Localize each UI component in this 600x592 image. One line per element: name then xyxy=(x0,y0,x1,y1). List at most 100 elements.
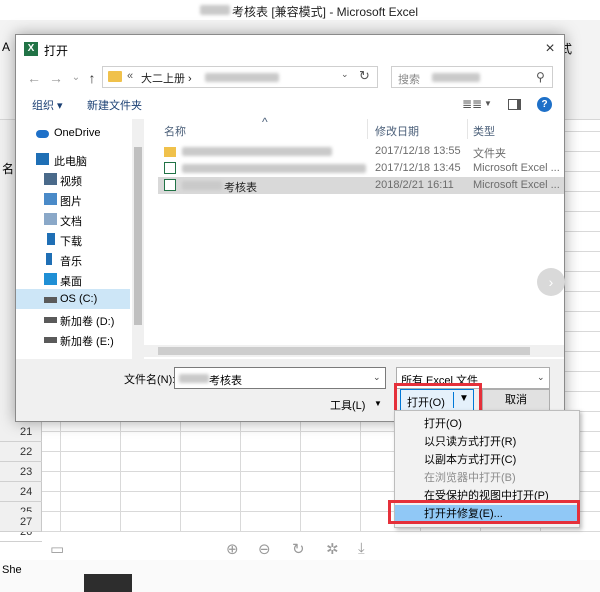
horizontal-scrollbar[interactable] xyxy=(144,345,564,357)
column-divider[interactable] xyxy=(367,119,368,139)
close-button[interactable]: × xyxy=(540,39,560,59)
nav-pane-scrollbar[interactable] xyxy=(132,119,144,359)
forward-arrow-icon[interactable]: → xyxy=(48,69,64,87)
magic-wand-icon[interactable]: ✲ xyxy=(326,540,339,558)
chevron-down-icon[interactable]: ▼ xyxy=(484,99,492,108)
tools-button[interactable]: 工具(L) xyxy=(330,397,365,413)
file-row[interactable]: 2017/12/18 13:55 文件夹 xyxy=(158,143,564,160)
column-header-type[interactable]: 类型 xyxy=(473,123,495,139)
row-number[interactable]: 22 xyxy=(0,442,42,462)
nav-item-videos[interactable]: 视频 xyxy=(16,169,130,189)
excel-window-title: 考核表 [兼容模式] - Microsoft Excel xyxy=(232,5,419,19)
sort-ascending-icon: ^ xyxy=(262,115,268,129)
column-divider[interactable] xyxy=(467,119,468,139)
filename-redaction xyxy=(182,164,366,173)
refresh-icon[interactable]: ↻ xyxy=(359,68,370,84)
nav-item-label: 新加卷 (E:) xyxy=(60,336,114,348)
nav-item-this-pc[interactable]: 此电脑 xyxy=(16,149,130,169)
drive-icon xyxy=(44,297,57,303)
nav-item-label: OneDrive xyxy=(54,127,101,139)
filename-redaction xyxy=(182,181,222,190)
scrollbar-thumb[interactable] xyxy=(158,347,530,355)
dialog-title: 打开 xyxy=(44,44,69,58)
preview-pane-icon[interactable] xyxy=(508,99,521,110)
view-options-icon[interactable]: ≣≣ xyxy=(462,97,482,111)
row-number[interactable]: 21 xyxy=(0,422,42,442)
nav-item-drive-c[interactable]: OS (C:) xyxy=(16,289,130,309)
address-path[interactable]: 大二上册 › xyxy=(141,70,192,86)
nav-item-desktop[interactable]: 桌面 xyxy=(16,269,130,289)
up-arrow-icon[interactable]: ↑ xyxy=(84,69,100,87)
search-icon[interactable]: ⚲ xyxy=(536,70,545,84)
file-date: 2017/12/18 13:55 xyxy=(375,145,461,157)
file-list: 名称 ^ 修改日期 类型 2017/12/18 13:55 文件夹 2017/1… xyxy=(158,115,564,359)
nav-item-music[interactable]: 音乐 xyxy=(16,249,130,269)
nav-item-onedrive[interactable]: OneDrive xyxy=(16,123,130,143)
file-row-selected[interactable]: 考核表 2018/2/21 16:11 Microsoft Excel ... xyxy=(158,177,564,194)
open-file-dialog: X 打开 × ← → ⌄ ↑ « 大二上册 › ⌄ ↻ 搜索 ⚲ 组织 ▾ 新建… xyxy=(15,34,565,422)
nav-item-documents[interactable]: 文档 xyxy=(16,209,130,229)
chevron-down-icon[interactable]: ⌄ xyxy=(373,372,381,383)
music-icon xyxy=(46,253,52,265)
address-redaction xyxy=(205,73,279,82)
excel-app-icon: X xyxy=(24,42,38,56)
file-date: 2018/2/21 16:11 xyxy=(375,179,454,191)
download-icon[interactable]: ⤓ xyxy=(358,540,365,557)
file-row[interactable]: 2017/12/18 13:45 Microsoft Excel ... xyxy=(158,160,564,177)
nav-item-drive-e[interactable]: 新加卷 (E:) xyxy=(16,329,130,349)
chevron-down-icon[interactable]: ⌄ xyxy=(537,372,545,383)
scrollbar-thumb[interactable] xyxy=(134,147,142,325)
row-number[interactable]: 27 xyxy=(0,512,42,532)
new-folder-button[interactable]: 新建文件夹 xyxy=(87,97,142,113)
nav-item-label: 新加卷 (D:) xyxy=(60,316,115,328)
file-type: Microsoft Excel ... xyxy=(473,162,560,174)
excel-file-icon xyxy=(164,179,176,191)
row-number[interactable]: 23 xyxy=(0,462,42,482)
video-icon xyxy=(44,173,57,185)
column-header-name[interactable]: 名称 xyxy=(164,123,186,139)
recent-locations-dropdown-icon[interactable]: ⌄ xyxy=(68,69,84,87)
menu-item-open-read-only[interactable]: 以只读方式打开(R) xyxy=(395,433,579,451)
search-input[interactable]: 搜索 ⚲ xyxy=(391,66,553,88)
nav-item-pictures[interactable]: 图片 xyxy=(16,189,130,209)
chevron-down-icon[interactable]: ⌄ xyxy=(341,69,349,80)
menu-item-open[interactable]: 打开(O) xyxy=(395,415,579,433)
zoom-out-icon[interactable]: ⊖ xyxy=(258,540,271,558)
save-icon[interactable]: ▭ xyxy=(50,540,64,558)
ribbon-font-label: A xyxy=(2,40,11,54)
drive-icon xyxy=(44,317,57,323)
download-icon xyxy=(47,233,55,245)
nav-item-downloads[interactable]: 下载 xyxy=(16,229,130,249)
navigation-pane: OneDrive 此电脑 视频 图片 文档 下载 音乐 桌面 OS (C:) 新… xyxy=(16,119,144,359)
menu-item-open-as-copy[interactable]: 以副本方式打开(C) xyxy=(395,451,579,469)
nav-item-drive-d[interactable]: 新加卷 (D:) xyxy=(16,309,130,329)
rotate-icon[interactable]: ↻ xyxy=(292,540,305,558)
computer-icon xyxy=(36,153,49,165)
row-number[interactable]: 24 xyxy=(0,482,42,502)
nav-item-label: 图片 xyxy=(60,196,82,208)
column-header-modified[interactable]: 修改日期 xyxy=(375,123,419,139)
address-bar[interactable]: « 大二上册 › ⌄ ↻ xyxy=(102,66,378,88)
address-overflow-chevron[interactable]: « xyxy=(127,70,133,82)
sheet-tab[interactable] xyxy=(84,574,132,592)
sheet-tab-fragment[interactable]: She xyxy=(2,564,22,576)
folder-icon xyxy=(108,71,122,82)
back-arrow-icon[interactable]: ← xyxy=(26,69,42,87)
nav-item-label: 视频 xyxy=(60,176,82,188)
filename-input[interactable]: 考核表 ⌄ xyxy=(174,367,386,389)
help-icon[interactable]: ? xyxy=(537,97,552,112)
search-placeholder: 搜索 xyxy=(398,74,420,86)
file-name: 考核表 xyxy=(224,182,257,194)
organize-button[interactable]: 组织 ▾ xyxy=(32,97,63,113)
nav-item-label: 下载 xyxy=(60,236,82,248)
zoom-in-icon[interactable]: ⊕ xyxy=(226,540,239,558)
cell-text-fragment: 名 xyxy=(2,162,15,176)
nav-item-label: 文档 xyxy=(60,216,82,228)
chevron-down-icon[interactable]: ▼ xyxy=(374,399,382,408)
filename-label: 文件名(N): xyxy=(124,374,176,386)
cancel-button[interactable]: 取消 xyxy=(482,389,550,411)
filename-redaction xyxy=(179,374,209,383)
next-image-button[interactable]: › xyxy=(537,268,565,296)
desktop-icon xyxy=(44,273,57,285)
navigation-bar: ← → ⌄ ↑ « 大二上册 › ⌄ ↻ 搜索 ⚲ xyxy=(16,63,564,93)
